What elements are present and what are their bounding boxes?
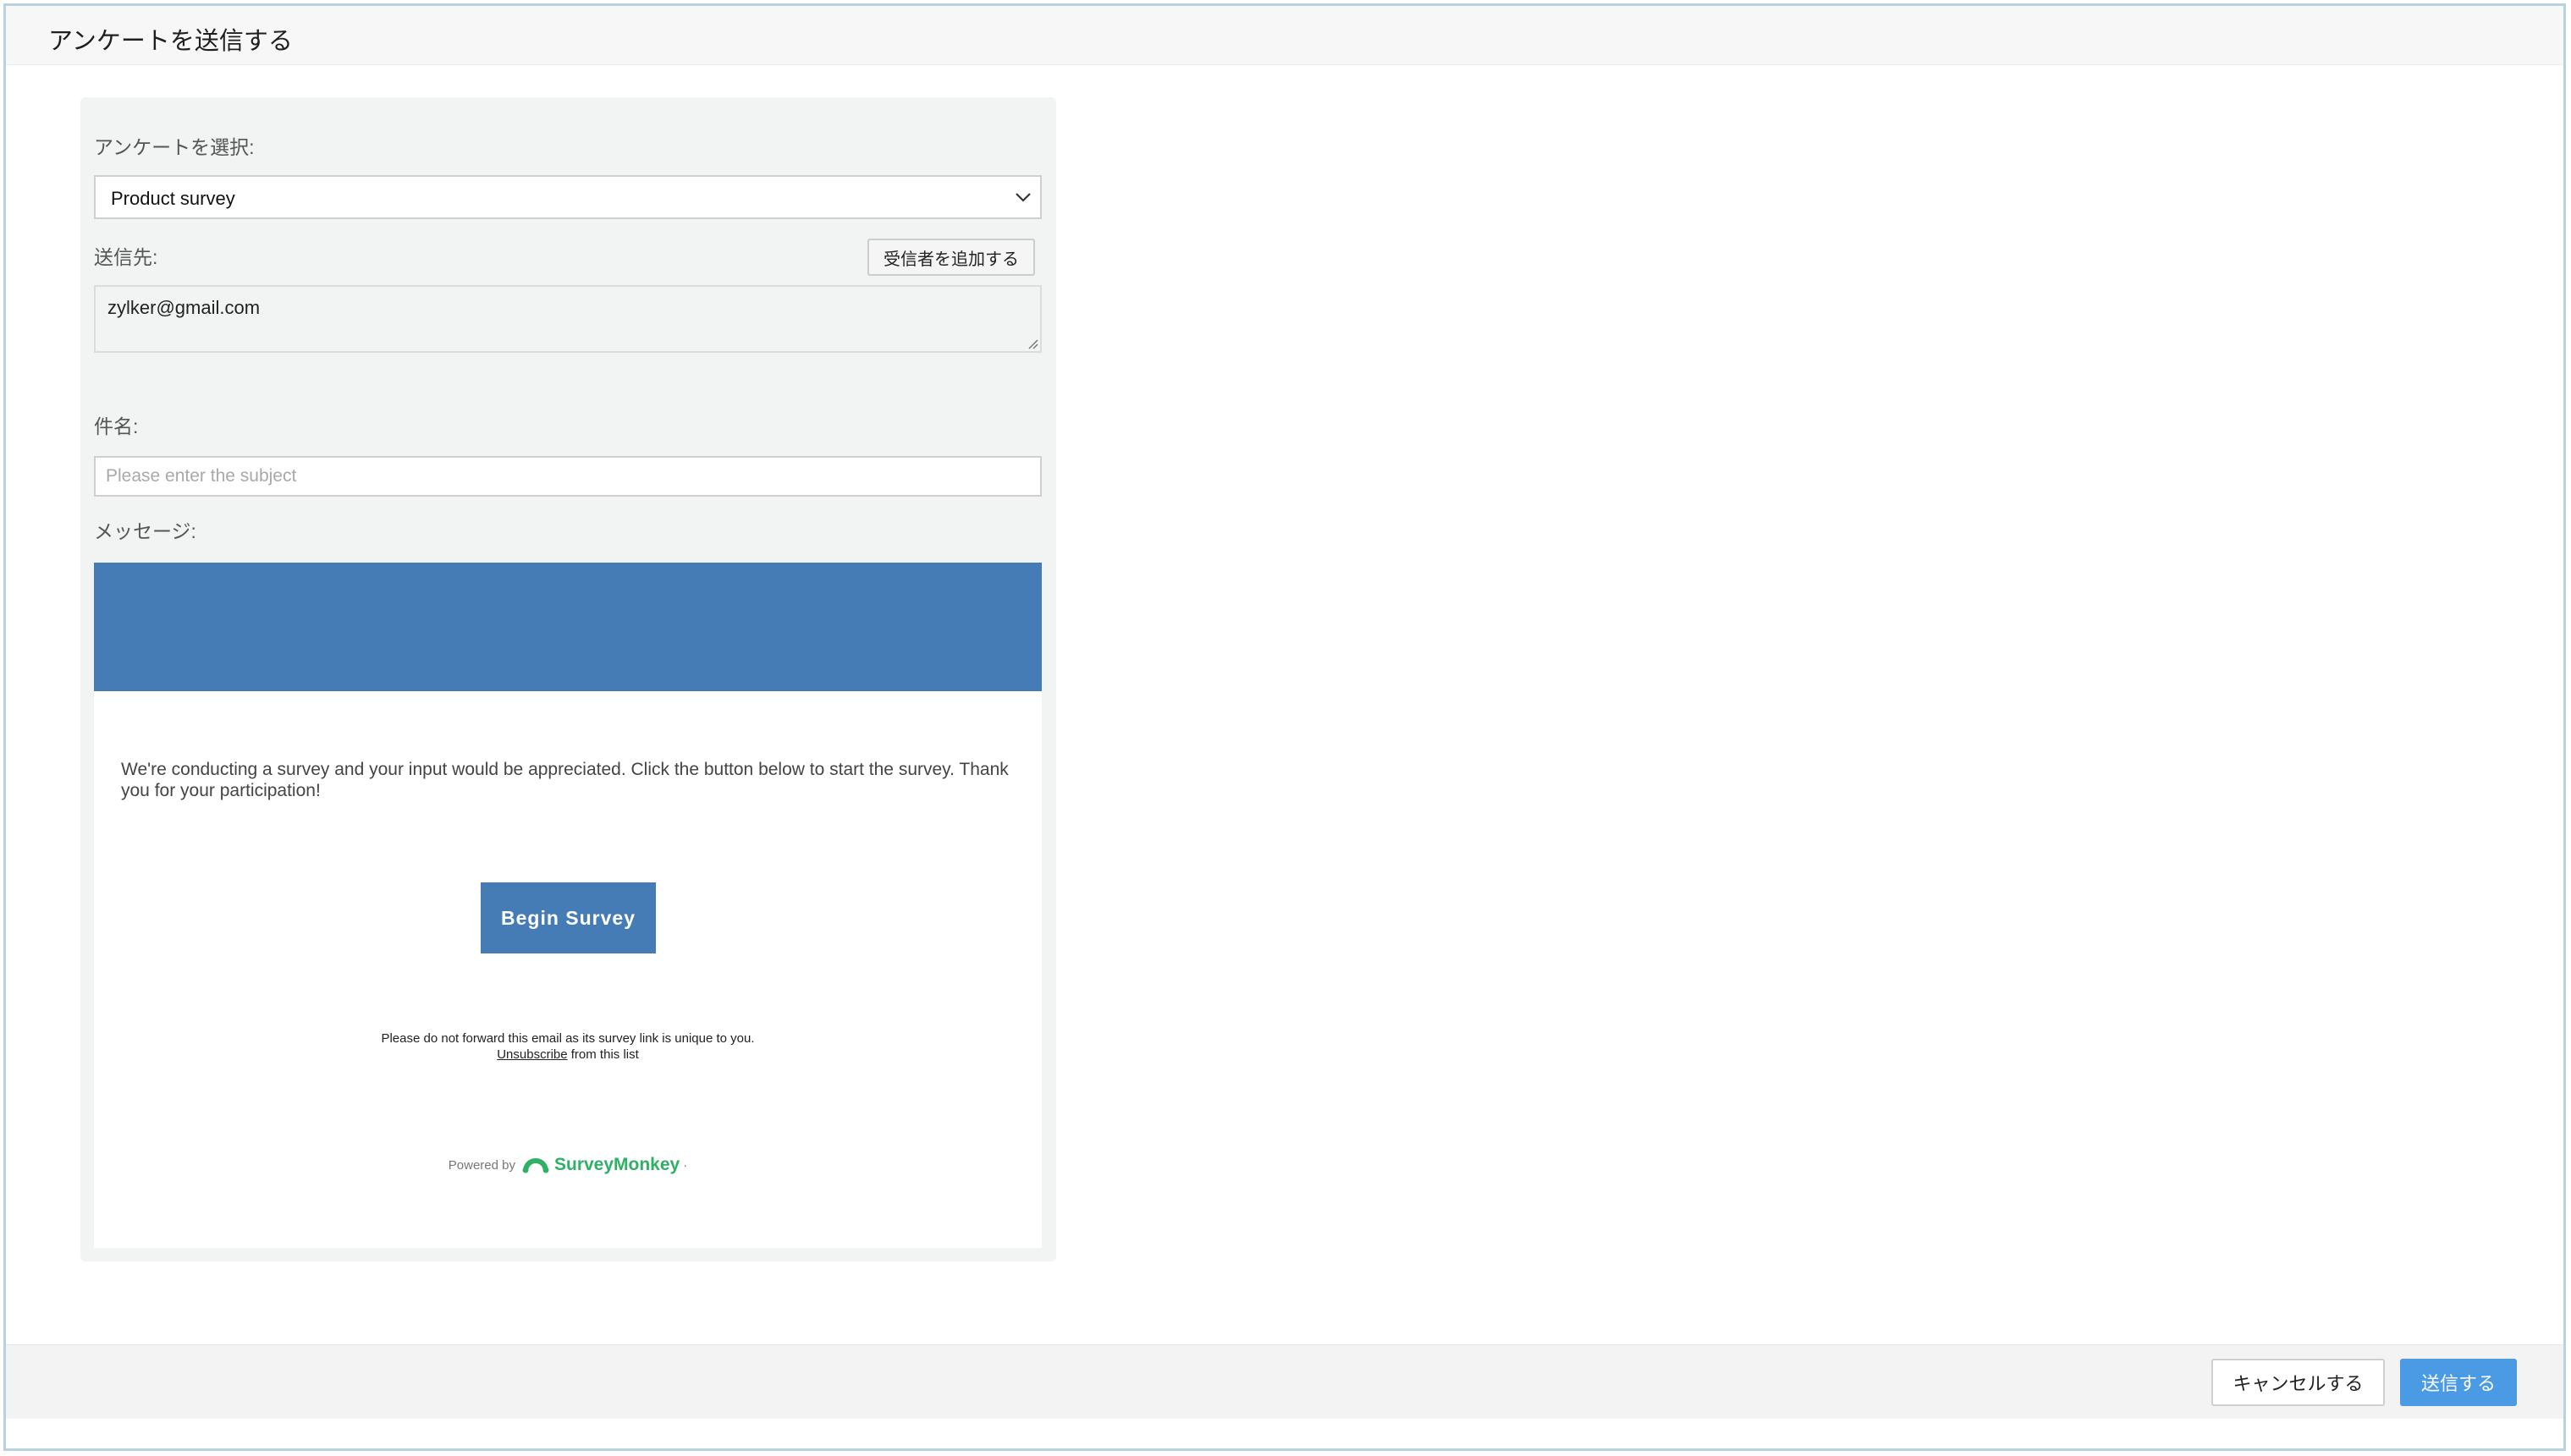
survey-select-label: アンケートを選択: <box>94 136 255 158</box>
powered-by-text: Powered by <box>448 1157 515 1173</box>
send-button[interactable]: 送信する <box>2400 1359 2517 1406</box>
resize-grip-icon[interactable] <box>1027 338 1038 349</box>
forward-notice: Please do not forward this email as its … <box>94 1030 1042 1063</box>
unsubscribe-link[interactable]: Unsubscribe <box>497 1047 567 1062</box>
email-body-text: We're conducting a survey and your input… <box>121 760 1009 800</box>
survey-form-panel: アンケートを選択: Product survey 送信先: 受信者を追加する z… <box>80 97 1056 1261</box>
subject-input[interactable] <box>94 456 1042 497</box>
survey-select[interactable]: Product survey <box>94 175 1042 219</box>
dialog-header: アンケートを送信する <box>6 6 2563 65</box>
chevron-down-icon <box>1016 193 1031 202</box>
cancel-button[interactable]: キャンセルする <box>2211 1359 2385 1406</box>
add-recipient-button[interactable]: 受信者を追加する <box>867 239 1035 276</box>
to-label: 送信先: <box>94 246 158 268</box>
surveymonkey-logo-icon <box>522 1158 549 1173</box>
unsubscribe-line: Unsubscribe from this list <box>94 1047 1042 1063</box>
email-preview: We're conducting a survey and your input… <box>94 563 1042 1248</box>
send-survey-dialog: アンケートを送信する アンケートを選択: Product survey 送信先:… <box>3 3 2566 1451</box>
survey-select-value: Product survey <box>111 188 235 209</box>
email-header-banner <box>94 563 1042 691</box>
surveymonkey-brand-mark: · <box>683 1157 688 1173</box>
message-label: メッセージ: <box>94 520 196 542</box>
recipient-email: zylker@gmail.com <box>107 297 261 318</box>
unsubscribe-suffix: from this list <box>567 1047 639 1062</box>
subject-label: 件名: <box>94 415 139 437</box>
recipients-field[interactable]: zylker@gmail.com <box>94 285 1042 353</box>
dialog-title: アンケートを送信する <box>48 28 293 55</box>
begin-survey-button[interactable]: Begin Survey <box>481 882 656 953</box>
powered-by: Powered by SurveyMonkey · <box>94 1155 1042 1175</box>
dialog-footer: キャンセルする 送信する <box>6 1344 2563 1419</box>
surveymonkey-logo: SurveyMonkey · <box>520 1155 687 1175</box>
surveymonkey-brand: SurveyMonkey <box>553 1155 680 1174</box>
forward-note-text: Please do not forward this email as its … <box>381 1031 755 1046</box>
